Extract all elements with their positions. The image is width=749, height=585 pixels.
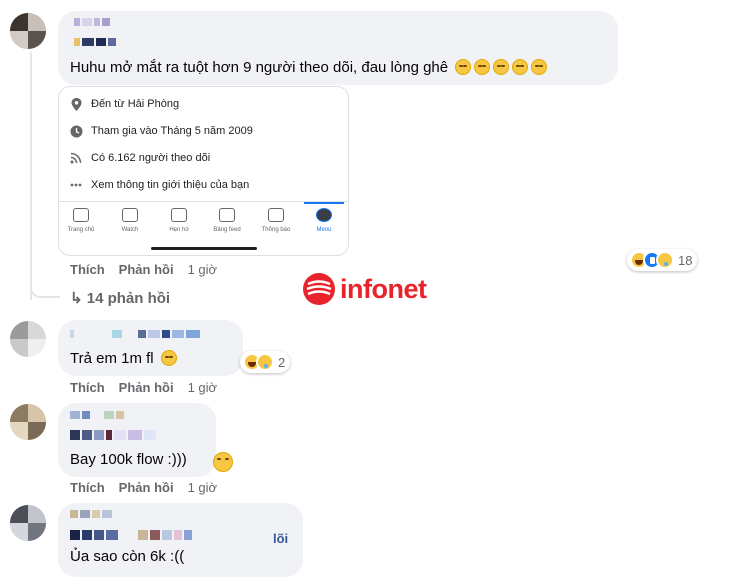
author-name[interactable] bbox=[70, 330, 202, 338]
comment-actions: Thích Phản hồi 1 giờ bbox=[70, 480, 231, 495]
sad-reaction-icon bbox=[256, 353, 274, 371]
location-pin-icon bbox=[69, 97, 83, 111]
view-replies-link[interactable]: ↳ 14 phản hồi bbox=[70, 289, 170, 307]
reply-button[interactable]: Phản hồi bbox=[119, 480, 174, 495]
reaction-summary[interactable]: 2 bbox=[240, 351, 291, 373]
like-button[interactable]: Thích bbox=[70, 380, 105, 395]
more-dots-icon bbox=[69, 178, 83, 192]
reply-button[interactable]: Phản hồi bbox=[119, 380, 174, 395]
info-row-hometown: Đến từ Hải Phòng bbox=[69, 97, 179, 111]
expressionless-emoji-icon bbox=[474, 59, 491, 75]
clock-icon bbox=[69, 124, 83, 138]
author-name[interactable] bbox=[70, 411, 126, 419]
profile-avatar-icon bbox=[316, 208, 332, 222]
author-badge bbox=[70, 530, 194, 540]
timestamp[interactable]: 1 giờ bbox=[188, 380, 218, 395]
reply-arrow-icon: ↳ bbox=[70, 290, 83, 307]
like-button[interactable]: Thích bbox=[70, 262, 105, 277]
avatar[interactable] bbox=[10, 13, 46, 49]
thread-line bbox=[30, 52, 32, 300]
rss-icon bbox=[69, 151, 83, 165]
avatar[interactable] bbox=[10, 404, 46, 440]
reply-button[interactable]: Phản hồi bbox=[119, 262, 174, 277]
avatar[interactable] bbox=[10, 505, 46, 541]
comment-actions: Thích Phản hồi 1 giờ bbox=[70, 380, 231, 395]
bottom-tab-bar: Trang chủ Watch Hẹn hò Bảng feed Thông b… bbox=[59, 201, 348, 255]
info-row-joined: Tham gia vào Tháng 5 năm 2009 bbox=[69, 124, 253, 138]
like-button[interactable]: Thích bbox=[70, 480, 105, 495]
home-indicator bbox=[151, 247, 257, 250]
infonet-logo-mark bbox=[303, 273, 335, 305]
tab-notifications[interactable]: Thông báo bbox=[256, 208, 296, 233]
author-name[interactable] bbox=[70, 510, 114, 518]
tab-menu[interactable]: Menu bbox=[304, 208, 344, 233]
sad-reaction-icon bbox=[656, 251, 674, 269]
author-badge bbox=[70, 430, 158, 440]
home-icon bbox=[73, 208, 89, 222]
expressionless-emoji-icon bbox=[493, 59, 510, 75]
active-tab-indicator bbox=[304, 202, 344, 204]
expressionless-emoji-icon bbox=[531, 59, 548, 75]
author-name-suffix[interactable]: lõi bbox=[273, 531, 288, 546]
comment-text: Ủa sao còn 6k :(( bbox=[70, 548, 185, 565]
comment-bubble bbox=[58, 320, 243, 376]
tab-dating[interactable]: Hẹn hò bbox=[159, 208, 199, 233]
thread-line-branch bbox=[30, 282, 60, 298]
expressionless-emoji-icon bbox=[455, 59, 472, 75]
info-row-followers: Có 6.162 người theo dõi bbox=[69, 151, 210, 165]
laughing-emoji-icon bbox=[213, 452, 233, 472]
timestamp[interactable]: 1 giờ bbox=[188, 262, 218, 277]
tab-feed[interactable]: Bảng feed bbox=[207, 208, 247, 233]
author-name[interactable] bbox=[74, 18, 112, 26]
avatar[interactable] bbox=[10, 321, 46, 357]
reaction-count: 18 bbox=[678, 252, 693, 268]
attached-screenshot[interactable]: Đến từ Hải Phòng Tham gia vào Tháng 5 nă… bbox=[58, 86, 349, 256]
heart-icon bbox=[171, 208, 187, 222]
tab-watch[interactable]: Watch bbox=[110, 208, 150, 233]
comment-text: Bay 100k flow :))) bbox=[70, 451, 187, 468]
info-row-see-about[interactable]: Xem thông tin giới thiệu của bạn bbox=[69, 178, 249, 192]
tab-home[interactable]: Trang chủ bbox=[61, 208, 101, 233]
feed-icon bbox=[219, 208, 235, 222]
infonet-logo-text: infonet bbox=[340, 273, 427, 304]
author-badge bbox=[74, 38, 118, 46]
infonet-logo: infonet bbox=[302, 272, 427, 306]
reaction-summary[interactable]: 18 bbox=[627, 249, 698, 271]
comment-text: Huhu mở mắt ra tuột hơn 9 người theo dõi… bbox=[70, 59, 548, 76]
frowning-emoji-icon bbox=[160, 350, 177, 366]
comment-text: Trả em 1m fl bbox=[70, 350, 177, 367]
comment-actions: Thích Phản hồi 1 giờ bbox=[70, 262, 231, 277]
timestamp[interactable]: 1 giờ bbox=[188, 480, 218, 495]
reaction-count: 2 bbox=[278, 354, 286, 370]
video-icon bbox=[122, 208, 138, 222]
expressionless-emoji-icon bbox=[512, 59, 529, 75]
bell-icon bbox=[268, 208, 284, 222]
